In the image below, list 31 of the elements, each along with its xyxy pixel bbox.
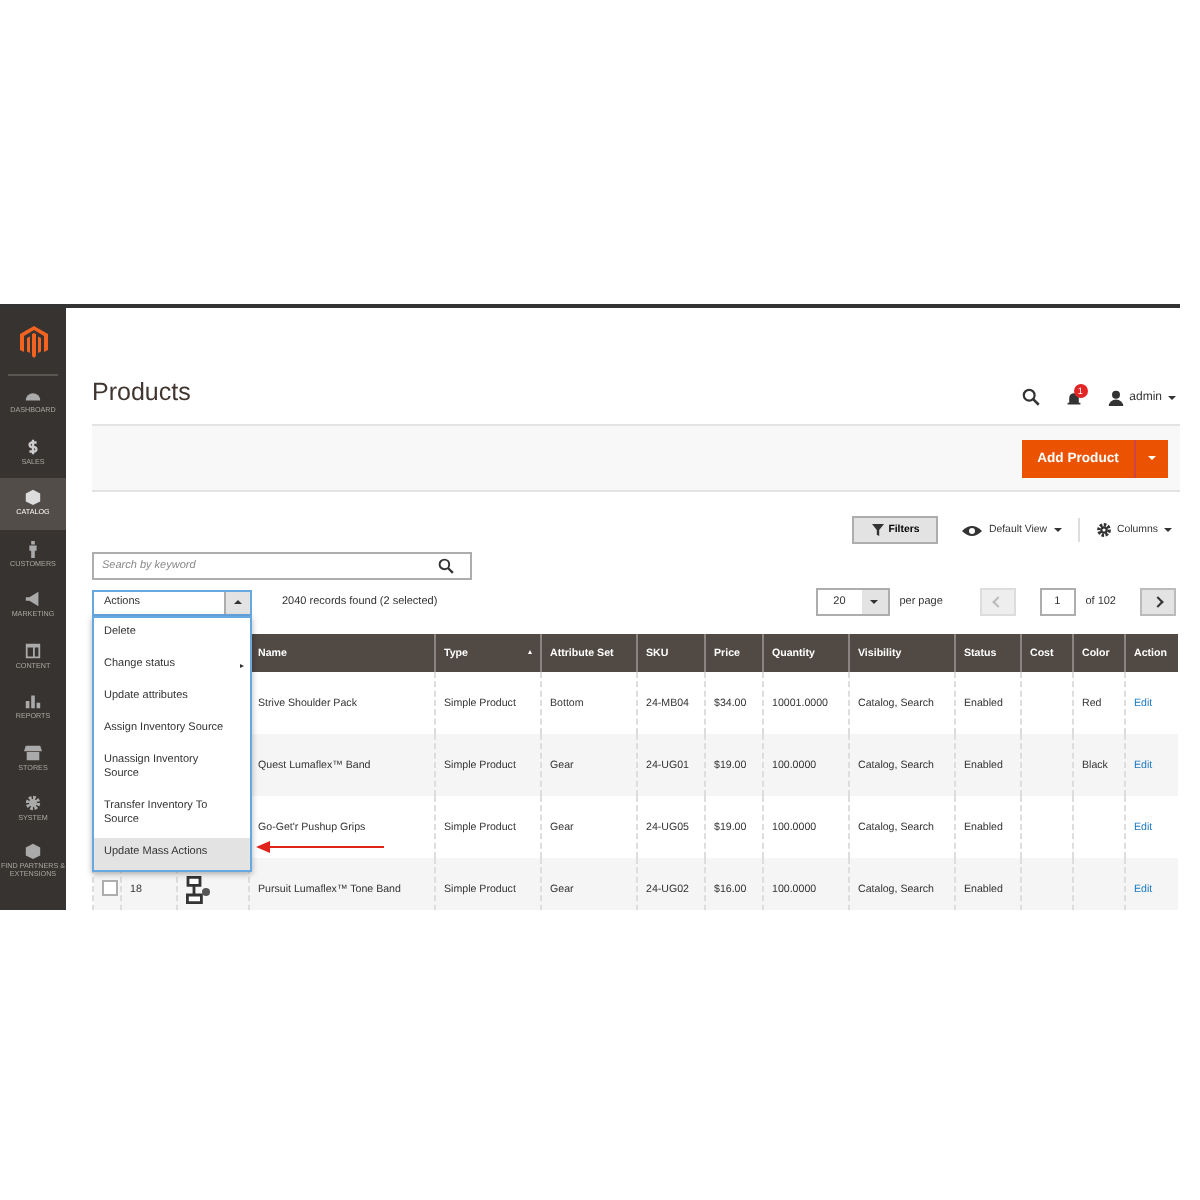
- caret-icon: [870, 600, 879, 604]
- next-page-button[interactable]: [1140, 588, 1176, 616]
- dropdown-button[interactable]: [1134, 439, 1168, 477]
- caret-icon: [1148, 456, 1156, 460]
- search-icon[interactable]: [1021, 388, 1040, 406]
- page-title: Products: [92, 378, 191, 406]
- dollar-icon: [24, 437, 42, 456]
- search-icon[interactable]: [438, 558, 454, 574]
- caret-icon: [1164, 528, 1172, 532]
- cube-icon: [24, 841, 42, 860]
- chevron-right-icon: [1152, 596, 1164, 608]
- row-checkbox[interactable]: [102, 879, 118, 895]
- box-icon: [24, 488, 42, 507]
- logo-icon: [19, 325, 47, 357]
- filter-icon: [872, 524, 885, 536]
- layout-icon: [24, 641, 42, 660]
- chevron-left-icon: [991, 596, 1004, 608]
- caret-icon: [1168, 395, 1176, 399]
- caret-icon: [1053, 528, 1062, 532]
- megaphone-icon: [24, 590, 42, 609]
- user-icon: [1107, 389, 1124, 405]
- sort-arrow-icon: [528, 650, 532, 654]
- caret-icon: [234, 600, 242, 604]
- settings-icon: [24, 794, 42, 813]
- settings-icon: [1095, 522, 1112, 538]
- person-icon: [24, 539, 42, 558]
- submenu-arrow-icon: [240, 663, 244, 668]
- bars-icon: [24, 692, 42, 711]
- pointer-arrow: [256, 840, 384, 854]
- store-icon: [24, 743, 42, 762]
- eye-icon: [962, 523, 983, 537]
